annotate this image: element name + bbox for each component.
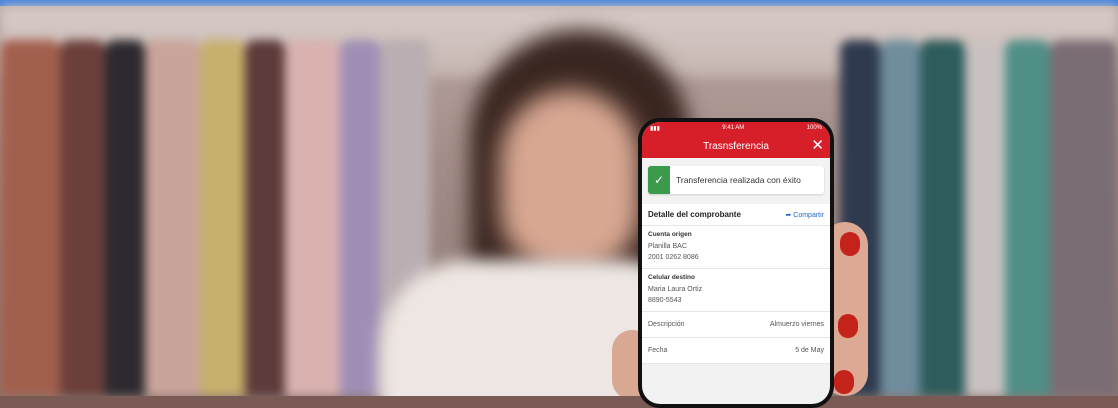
date-row: Fecha 5 de May (642, 338, 830, 364)
smartphone: ▮▮▮ 9:41 AM 100% Trasnsferencia ✕ ✓ Tran… (638, 118, 834, 408)
description-value: Almuerzo viernes (769, 321, 824, 328)
date-value: 5 de May (795, 347, 824, 354)
signal-icon: ▮▮▮ (650, 125, 660, 132)
origin-account-block: Cuenta origen Planilla BAC 2001 0262 808… (642, 226, 830, 269)
success-banner: ✓ Transferencia realizada con éxito (648, 166, 824, 194)
garment (880, 40, 920, 396)
garment (1050, 40, 1118, 396)
garment (105, 40, 145, 396)
battery-level: 100% (806, 125, 822, 131)
garment (145, 40, 200, 396)
check-icon: ✓ (648, 166, 670, 194)
person-face (500, 90, 640, 270)
garment (340, 40, 380, 396)
garment (0, 40, 60, 396)
fingernail (834, 370, 854, 394)
garment (60, 40, 105, 396)
origin-account-label: Cuenta origen (648, 231, 692, 238)
background-photo (0, 0, 1118, 396)
garment (245, 40, 285, 396)
detail-title: Detalle del comprobante (648, 210, 741, 219)
destination-phone-block: Celular destino Maria Laura Ortiz 8890-5… (642, 269, 830, 312)
success-message: Transferencia realizada con éxito (676, 175, 801, 185)
garment (285, 40, 340, 396)
destination-number: 8890-5543 (648, 297, 682, 304)
destination-name: Maria Laura Ortiz (648, 286, 703, 293)
close-icon[interactable]: ✕ (811, 137, 824, 155)
phone-screen: ▮▮▮ 9:41 AM 100% Trasnsferencia ✕ ✓ Tran… (642, 122, 830, 404)
description-row: Descripción Almuerzo viernes (642, 312, 830, 338)
fingernail (840, 232, 860, 256)
status-bar: ▮▮▮ 9:41 AM 100% (642, 122, 830, 134)
share-arrow-icon: ➦ (785, 211, 792, 219)
fingernail (838, 314, 858, 338)
description-label: Descripción (648, 321, 685, 328)
share-label: Compartir (793, 211, 824, 219)
origin-account-number: 2001 0262 8086 (648, 254, 699, 261)
garment (200, 40, 245, 396)
app-header: Trasnsferencia ✕ (642, 134, 830, 158)
share-button[interactable]: ➦ Compartir (785, 211, 824, 219)
origin-account-name: Planilla BAC (648, 243, 687, 250)
status-time: 9:41 AM (722, 125, 745, 131)
detail-header: Detalle del comprobante ➦ Compartir (642, 204, 830, 226)
garment (920, 40, 965, 396)
garment (1005, 40, 1050, 396)
garment (965, 40, 1005, 396)
destination-phone-label: Celular destino (648, 274, 695, 281)
header-title: Trasnsferencia (703, 140, 769, 152)
date-label: Fecha (648, 347, 668, 354)
